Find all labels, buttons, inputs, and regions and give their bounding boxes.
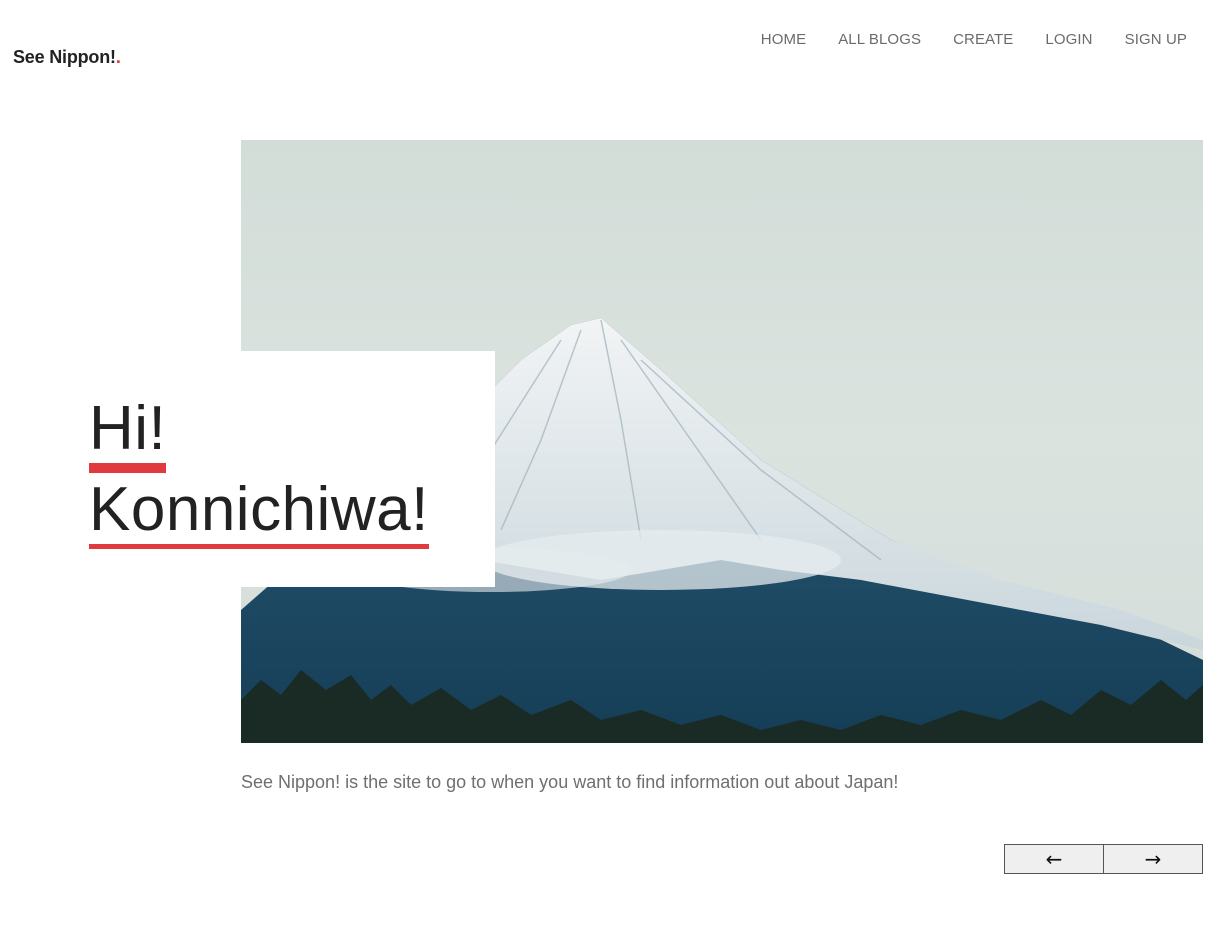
next-arrow-button[interactable]: → xyxy=(1103,844,1203,874)
nav-sign-up-link[interactable]: SIGN UP xyxy=(1125,31,1187,49)
main-nav: HOME ALL BLOGS CREATE LOGIN SIGN UP xyxy=(729,31,1187,49)
headline-line-2: Konnichiwa! xyxy=(89,476,429,549)
brand-dot: . xyxy=(115,47,121,67)
nav-create-link[interactable]: CREATE xyxy=(953,31,1013,49)
nav-all-blogs-link[interactable]: ALL BLOGS xyxy=(838,31,921,49)
slider-controls: ← → xyxy=(1004,844,1203,874)
headline-line-1: Hi! xyxy=(89,395,167,468)
site-description: See Nippon! is the site to go to when yo… xyxy=(241,772,899,792)
nav-login-link[interactable]: LOGIN xyxy=(1045,31,1092,49)
nav-home-link[interactable]: HOME xyxy=(761,31,806,49)
brand-name: See Nippon! xyxy=(13,47,116,67)
prev-arrow-button[interactable]: ← xyxy=(1004,844,1104,874)
hero-headline: Hi! Konnichiwa! xyxy=(89,392,429,549)
site-logo[interactable]: See Nippon!. xyxy=(13,47,121,68)
